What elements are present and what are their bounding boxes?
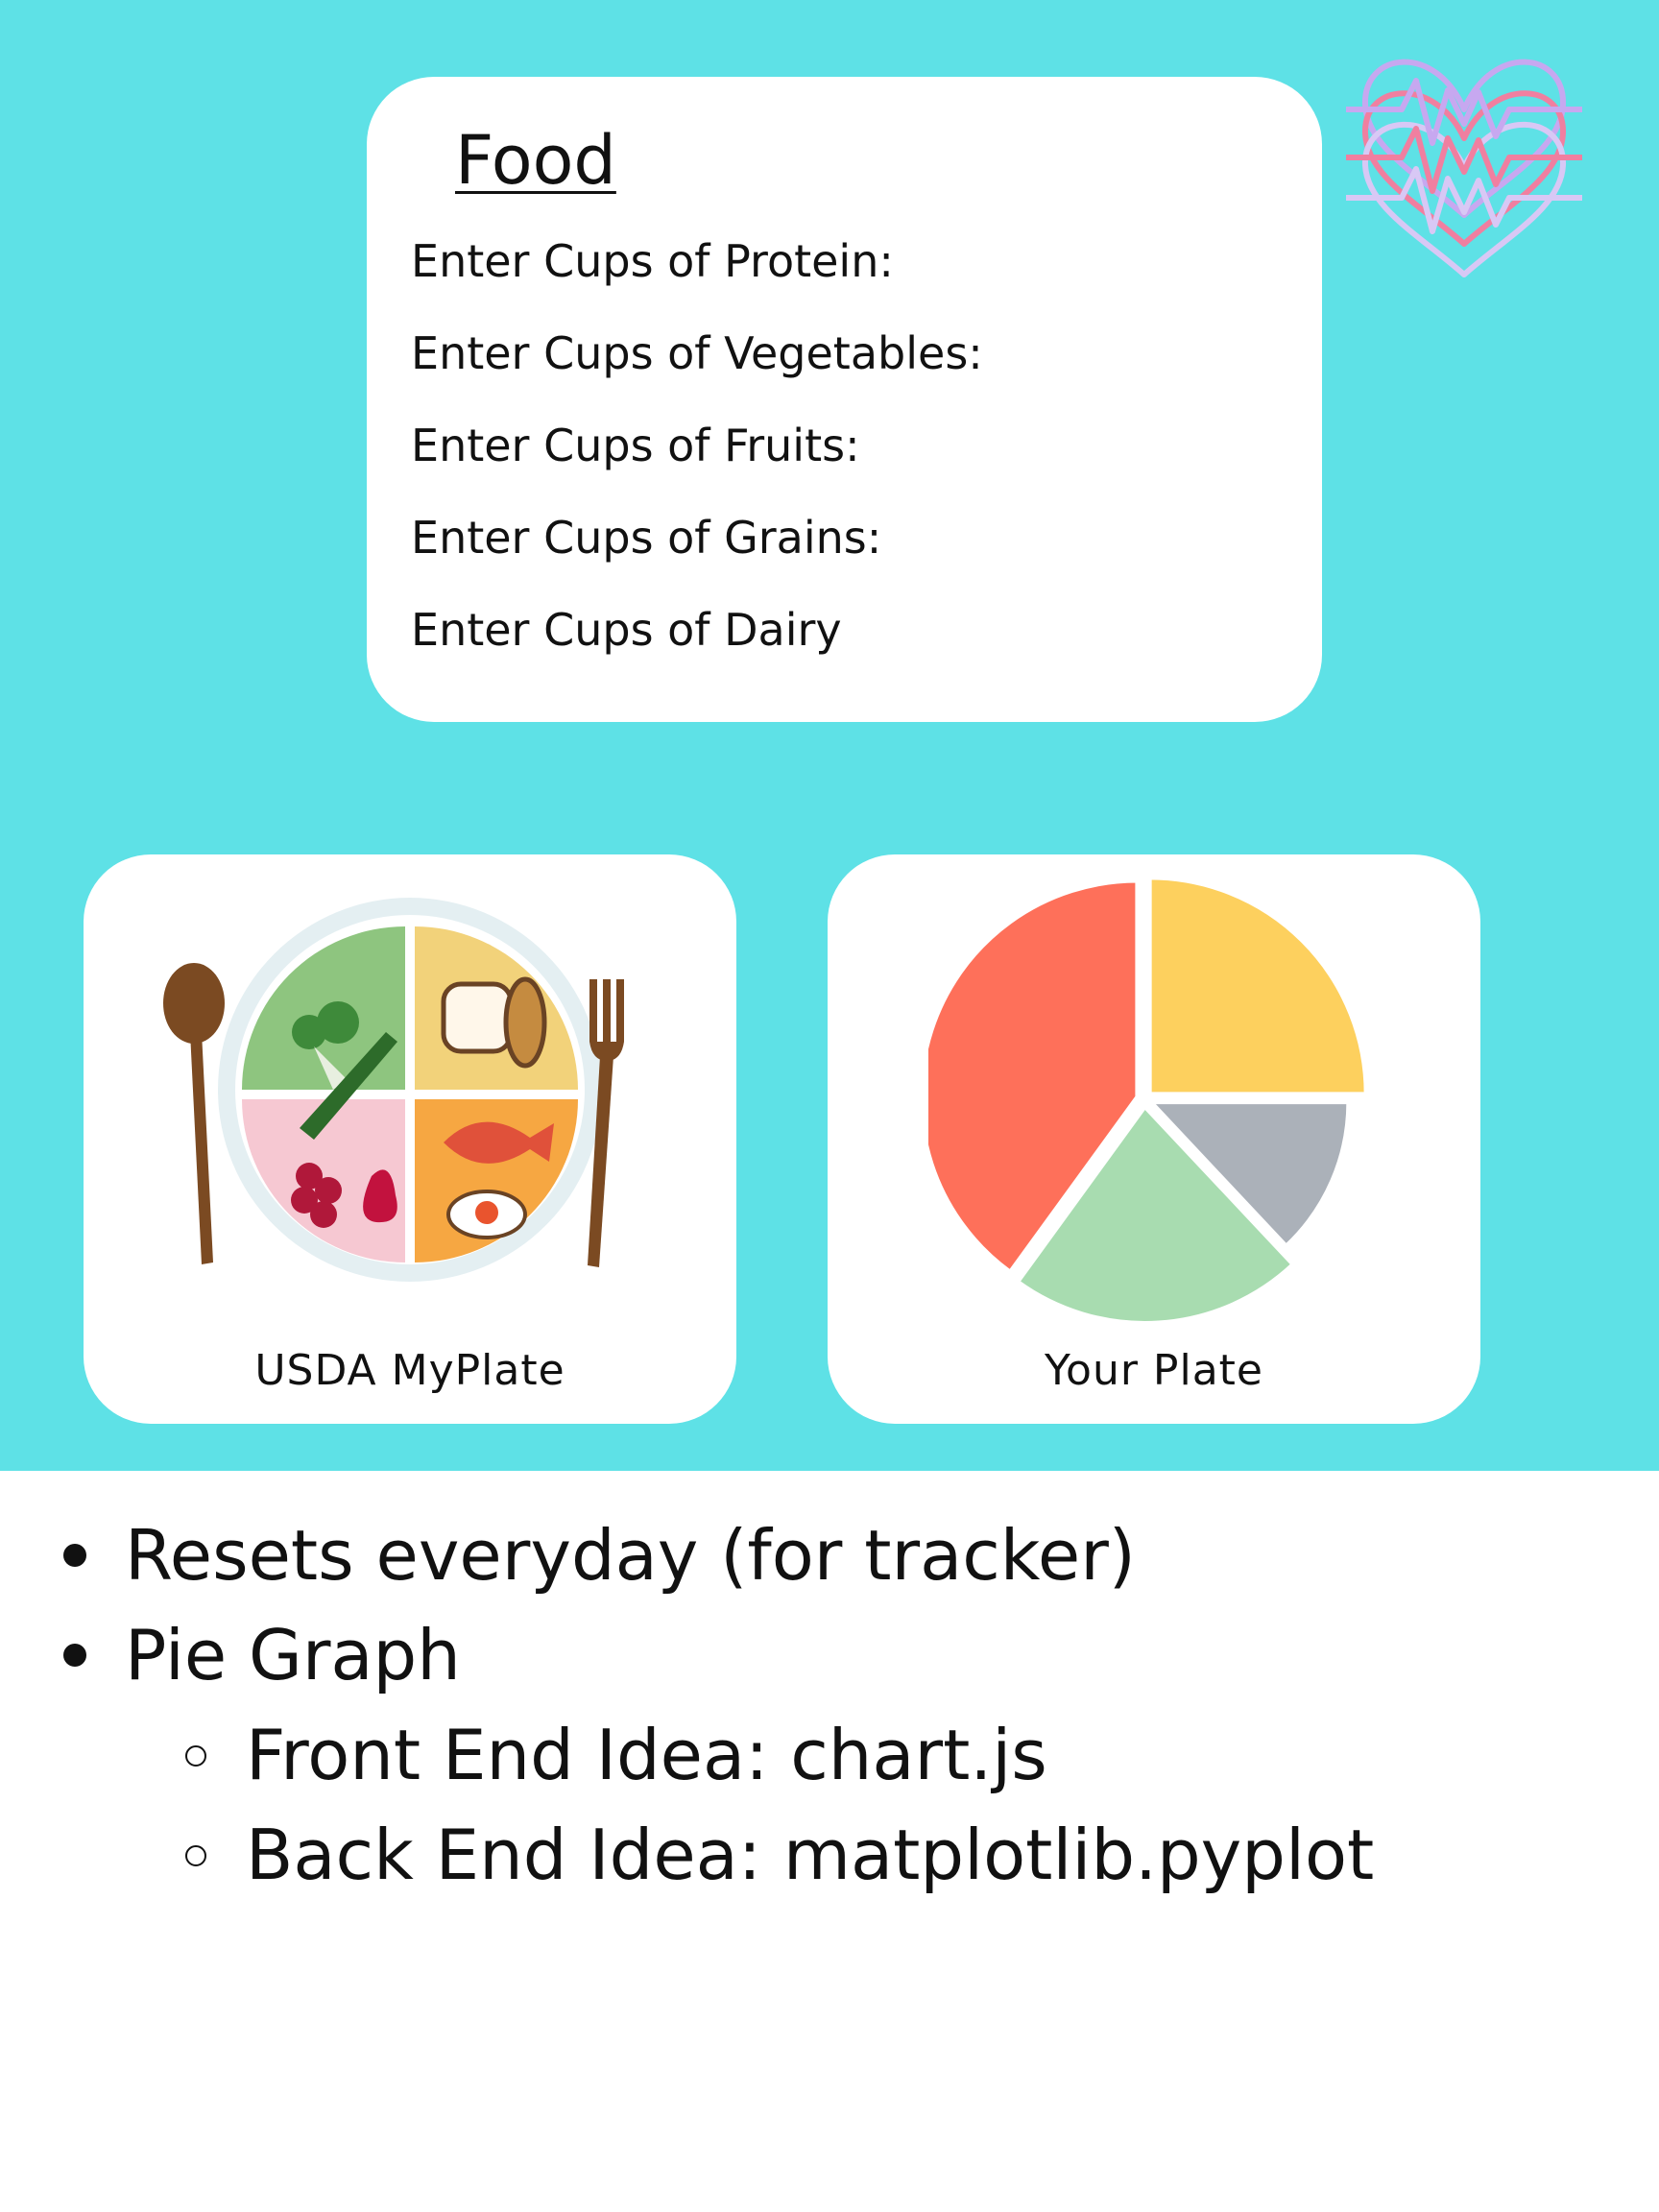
- food-title: Food: [455, 121, 616, 200]
- notes-list: Resets everyday (for tracker) Pie Graph …: [58, 1505, 1374, 1905]
- myplate-icon: [163, 898, 624, 1282]
- fruits-field[interactable]: Enter Cups of Fruits:: [411, 417, 983, 509]
- note-back-end-idea: Back End Idea: matplotlib.pyplot: [58, 1805, 1374, 1905]
- your-plate-caption: Your Plate: [1045, 1346, 1263, 1395]
- usda-myplate-caption: USDA MyPlate: [254, 1346, 565, 1395]
- heart-pulse-icon: [1346, 59, 1582, 277]
- your-plate-pie-chart: [928, 876, 1368, 1325]
- food-input-card: Food Enter Cups of Protein: Enter Cups o…: [367, 77, 1322, 722]
- pie-slice-1: [1147, 876, 1368, 1096]
- food-fields: Enter Cups of Protein: Enter Cups of Veg…: [411, 232, 983, 693]
- note-pie-graph: Pie Graph: [58, 1605, 1374, 1705]
- vegetables-field[interactable]: Enter Cups of Vegetables:: [411, 325, 983, 417]
- dairy-field[interactable]: Enter Cups of Dairy: [411, 601, 983, 693]
- note-front-end-idea: Front End Idea: chart.js: [58, 1705, 1374, 1805]
- usda-myplate-card: USDA MyPlate: [84, 854, 736, 1424]
- protein-field[interactable]: Enter Cups of Protein:: [411, 232, 983, 325]
- note-resets-daily: Resets everyday (for tracker): [58, 1505, 1374, 1605]
- grains-field[interactable]: Enter Cups of Grains:: [411, 509, 983, 601]
- your-plate-card: Your Plate: [828, 854, 1480, 1424]
